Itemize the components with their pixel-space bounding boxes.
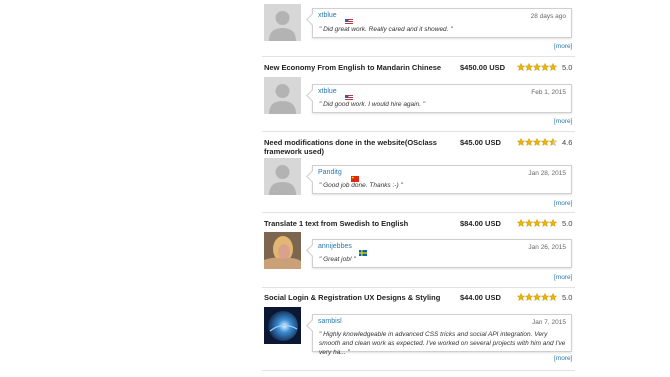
- star-rating: [517, 219, 557, 227]
- project-title-link[interactable]: Translate 1 text from Swedish to English: [264, 219, 449, 228]
- reviewer-avatar: [264, 77, 301, 114]
- review-comment-text: " Did good work. I would hire again. ": [319, 101, 426, 108]
- divider: [262, 287, 575, 288]
- star-icon: [525, 219, 533, 227]
- project-price: $45.00 USD: [460, 138, 501, 147]
- reviewer-avatar: [264, 4, 301, 41]
- star-icon: [541, 138, 549, 146]
- star-icon: [533, 63, 541, 71]
- star-icon: [533, 219, 541, 227]
- divider: [262, 56, 575, 57]
- review-comment-box: sambisl Jan 7, 2015 " Highly knowledgeab…: [312, 314, 572, 356]
- star-rating: [517, 138, 557, 146]
- rating-value: 5.0: [562, 63, 573, 72]
- more-link[interactable]: [more]: [554, 355, 572, 362]
- review-comment-box: xtblue 28 days ago " Did great work. Rea…: [312, 8, 572, 38]
- star-icon: [525, 293, 533, 301]
- reviewer-username-link[interactable]: xtblue: [318, 12, 337, 19]
- rating-value: 4.6: [562, 138, 573, 147]
- project-price: $450.00 USD: [460, 63, 506, 72]
- star-icon: [525, 138, 533, 146]
- reviewer-username-link[interactable]: annijebbes: [318, 243, 352, 250]
- star-rating: [517, 63, 557, 71]
- more-link[interactable]: [more]: [554, 274, 572, 281]
- star-rating: [517, 293, 557, 301]
- project-title-link[interactable]: Social Login & Registration UX Designs &…: [264, 293, 449, 302]
- review-comment-text: " Highly knowledgeable in advanced CSS t…: [319, 331, 566, 356]
- more-link[interactable]: [more]: [554, 43, 572, 50]
- star-icon: [525, 63, 533, 71]
- star-icon: [517, 219, 525, 227]
- reviewer-avatar: [264, 232, 301, 269]
- star-icon: [533, 293, 541, 301]
- reviewer-username-link[interactable]: xtblue: [318, 88, 337, 95]
- star-icon: [549, 138, 557, 146]
- review-comment-box: Panditg Jan 28, 2015 " Good job done. Th…: [312, 165, 572, 194]
- star-icon: [549, 219, 557, 227]
- star-icon: [549, 293, 557, 301]
- divider: [262, 131, 575, 132]
- star-icon: [541, 219, 549, 227]
- project-title-link[interactable]: Need modifications done in the website(O…: [264, 138, 449, 156]
- review-comment-text: " Great job! ": [319, 256, 356, 263]
- review-comment-text: " Good job done. Thanks :-) ": [319, 182, 403, 189]
- project-price: $44.00 USD: [460, 293, 501, 302]
- review-date: Jan 28, 2015: [528, 170, 566, 177]
- star-icon: [517, 293, 525, 301]
- reviewer-avatar: [264, 307, 301, 344]
- reviewer-avatar: [264, 158, 301, 195]
- reviewer-username-link[interactable]: sambisl: [318, 318, 342, 325]
- review-date: Jan 7, 2015: [532, 319, 566, 326]
- divider: [262, 370, 575, 371]
- reviewer-username-link[interactable]: Panditg: [318, 169, 342, 176]
- review-comment-text: " Did great work. Really cared and it sh…: [319, 26, 453, 33]
- divider: [262, 212, 575, 213]
- star-icon: [541, 63, 549, 71]
- star-icon: [541, 293, 549, 301]
- review-date: 28 days ago: [530, 13, 566, 20]
- rating-value: 5.0: [562, 293, 573, 302]
- project-price: $84.00 USD: [460, 219, 501, 228]
- review-date: Feb 1, 2015: [531, 89, 566, 96]
- star-icon: [517, 63, 525, 71]
- more-link[interactable]: [more]: [554, 118, 572, 125]
- star-icon: [517, 138, 525, 146]
- review-comment-box: xtblue Feb 1, 2015 " Did good work. I wo…: [312, 84, 572, 113]
- review-comment-box: annijebbes Jan 26, 2015 " Great job! ": [312, 239, 572, 268]
- project-title-link[interactable]: New Economy From English to Mandarin Chi…: [264, 63, 449, 72]
- star-icon: [549, 63, 557, 71]
- star-icon: [533, 138, 541, 146]
- review-date: Jan 26, 2015: [528, 244, 566, 251]
- more-link[interactable]: [more]: [554, 200, 572, 207]
- rating-value: 5.0: [562, 219, 573, 228]
